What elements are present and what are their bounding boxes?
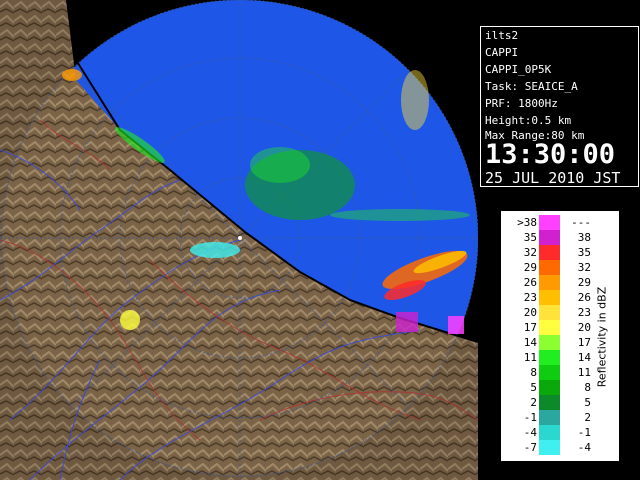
legend-upper-bound: 14 — [577, 351, 591, 364]
legend-upper-bound: 8 — [584, 381, 591, 394]
product-id: CAPPI_0P5K — [485, 63, 552, 76]
legend-upper-bound: 32 — [577, 261, 591, 274]
legend-row: >38 --- — [501, 215, 601, 230]
time-display: 13:30:00 — [485, 139, 616, 170]
legend-row: 25 — [501, 395, 601, 410]
legend-row: 20 23 — [501, 305, 601, 320]
legend-color-swatch — [539, 245, 560, 260]
legend-upper-bound: 35 — [577, 246, 591, 259]
legend-upper-bound: 11 — [577, 366, 591, 379]
radar-site-marker — [238, 236, 242, 240]
date-display: 25 JUL 2010 JST — [485, 169, 621, 187]
legend-upper-bound: 5 — [584, 396, 591, 409]
legend-upper-bound: -1 — [577, 426, 591, 439]
legend-color-swatch — [539, 395, 560, 410]
legend-row: 26 29 — [501, 275, 601, 290]
legend-color-swatch — [539, 335, 560, 350]
legend-color-swatch — [539, 380, 560, 395]
legend-color-swatch — [539, 305, 560, 320]
legend-color-swatch — [539, 365, 560, 380]
legend-lower-bound: -4 — [523, 426, 537, 439]
height-label: Height:0.5 km — [485, 114, 572, 127]
legend-upper-bound: 2 — [584, 411, 591, 424]
legend-lower-bound: 2 — [530, 396, 537, 409]
reflectivity-legend: >38 --- 35 38 32 35 29 32 26 29 23 26 20 23 17 20 14 17 11… — [500, 210, 620, 462]
legend-upper-bound: 38 — [577, 231, 591, 244]
radar-map — [0, 0, 478, 480]
legend-upper-bound: --- — [571, 216, 591, 229]
prf-label: PRF: 1800Hz — [485, 97, 558, 110]
legend-color-swatch — [539, 425, 560, 440]
info-panel: ilts2 CAPPI CAPPI_0P5K Task: SEAICE_A PR… — [480, 26, 639, 187]
legend-row: 8 11 — [501, 365, 601, 380]
radar-map-canvas — [0, 0, 478, 480]
legend-lower-bound: 23 — [523, 291, 537, 304]
legend-lower-bound: 20 — [523, 306, 537, 319]
legend-row: 11 14 — [501, 350, 601, 365]
legend-title-text: Reflectivity in dBZ — [595, 286, 609, 388]
legend-row: 14 17 — [501, 335, 601, 350]
legend-upper-bound: 26 — [577, 291, 591, 304]
legend-upper-bound: 23 — [577, 306, 591, 319]
legend-lower-bound: -7 — [523, 441, 537, 454]
legend-upper-bound: 29 — [577, 276, 591, 289]
product-type: CAPPI — [485, 46, 519, 59]
legend-row: -1 2 — [501, 410, 601, 425]
legend-row: 32 35 — [501, 245, 601, 260]
legend-lower-bound: 26 — [523, 276, 537, 289]
legend-row: 23 26 — [501, 290, 601, 305]
legend-lower-bound: 35 — [523, 231, 537, 244]
legend-color-swatch — [539, 410, 560, 425]
legend-row: -7 -4 — [501, 440, 601, 455]
legend-row: -4 -1 — [501, 425, 601, 440]
radar-name: ilts2 — [485, 29, 519, 42]
legend-row: 29 32 — [501, 260, 601, 275]
legend-lower-bound: >38 — [517, 216, 537, 229]
legend-color-swatch — [539, 215, 560, 230]
legend-color-swatch — [539, 260, 560, 275]
legend-color-swatch — [539, 230, 560, 245]
legend-color-swatch — [539, 290, 560, 305]
legend-lower-bound: 8 — [530, 366, 537, 379]
task-label: Task: SEAICE_A — [485, 80, 578, 93]
legend-lower-bound: 5 — [530, 381, 537, 394]
legend-lower-bound: 29 — [523, 261, 537, 274]
legend-row: 17 20 — [501, 320, 601, 335]
legend-title: Reflectivity in dBZ — [593, 231, 611, 443]
legend-color-swatch — [539, 350, 560, 365]
legend-lower-bound: 17 — [523, 321, 537, 334]
legend-upper-bound: 17 — [577, 336, 591, 349]
legend-lower-bound: 11 — [523, 351, 537, 364]
legend-lower-bound: 14 — [523, 336, 537, 349]
legend-color-swatch — [539, 440, 560, 455]
legend-color-swatch — [539, 320, 560, 335]
legend-upper-bound: 20 — [577, 321, 591, 334]
legend-color-swatch — [539, 275, 560, 290]
legend-row: 58 — [501, 380, 601, 395]
legend-upper-bound: -4 — [577, 441, 591, 454]
legend-lower-bound: -1 — [523, 411, 537, 424]
legend-lower-bound: 32 — [523, 246, 537, 259]
legend-row: 35 38 — [501, 230, 601, 245]
